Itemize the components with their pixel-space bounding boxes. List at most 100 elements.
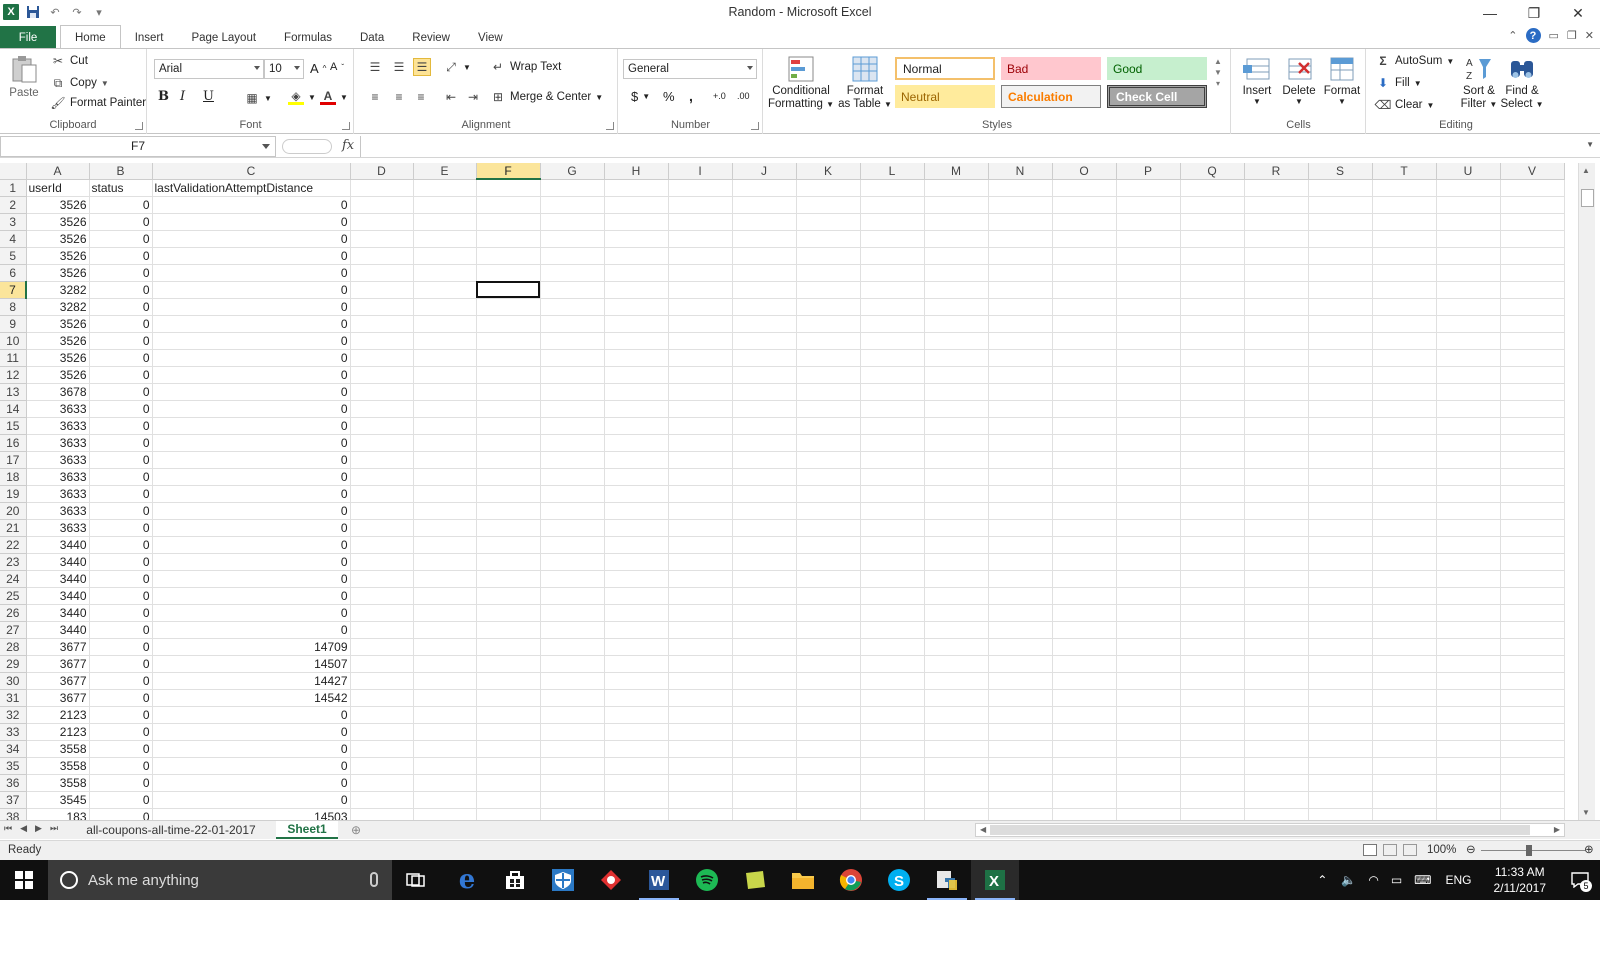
cell-e38[interactable]	[413, 808, 477, 820]
cell-r15[interactable]	[1244, 417, 1309, 435]
cell-v37[interactable]	[1500, 791, 1565, 809]
cell-h33[interactable]	[604, 723, 669, 741]
cell-c2[interactable]: 0	[152, 196, 351, 214]
cell-e30[interactable]	[413, 672, 477, 690]
row-header[interactable]: 11	[0, 349, 27, 367]
cell-g10[interactable]	[540, 332, 605, 350]
cell-v2[interactable]	[1500, 196, 1565, 214]
cell-t12[interactable]	[1372, 366, 1437, 384]
cell-h35[interactable]	[604, 757, 669, 775]
cell-p3[interactable]	[1116, 213, 1181, 231]
cell-t25[interactable]	[1372, 587, 1437, 605]
cell-o22[interactable]	[1052, 536, 1117, 554]
cell-n17[interactable]	[988, 451, 1053, 469]
format-as-table-button[interactable]: Format as Table ▼	[838, 53, 892, 111]
cell-v17[interactable]	[1500, 451, 1565, 469]
cell-d36[interactable]	[350, 774, 414, 792]
cell-s13[interactable]	[1308, 383, 1373, 401]
cell-d38[interactable]	[350, 808, 414, 820]
cell-f29[interactable]	[476, 655, 541, 673]
align-bottom-button[interactable]: ☰	[413, 58, 431, 76]
cell-r6[interactable]	[1244, 264, 1309, 282]
cell-e24[interactable]	[413, 570, 477, 588]
cell-a26[interactable]: 3440	[26, 604, 90, 622]
cell-k4[interactable]	[796, 230, 861, 248]
cell-l28[interactable]	[860, 638, 925, 656]
cell-e33[interactable]	[413, 723, 477, 741]
cell-s17[interactable]	[1308, 451, 1373, 469]
cell-i35[interactable]	[668, 757, 733, 775]
formula-bar-resize-handle[interactable]	[282, 139, 332, 154]
cell-f2[interactable]	[476, 196, 541, 214]
cell-c27[interactable]: 0	[152, 621, 351, 639]
cell-j38[interactable]	[732, 808, 797, 820]
column-header-e[interactable]: E	[413, 163, 477, 180]
cell-b6[interactable]: 0	[89, 264, 153, 282]
cell-o5[interactable]	[1052, 247, 1117, 265]
cell-b34[interactable]: 0	[89, 740, 153, 758]
cell-k14[interactable]	[796, 400, 861, 418]
cell-k23[interactable]	[796, 553, 861, 571]
cell-l34[interactable]	[860, 740, 925, 758]
cell-l31[interactable]	[860, 689, 925, 707]
row-header[interactable]: 4	[0, 230, 27, 248]
row-header[interactable]: 32	[0, 706, 27, 724]
cell-f5[interactable]	[476, 247, 541, 265]
cell-a32[interactable]: 2123	[26, 706, 90, 724]
cell-s16[interactable]	[1308, 434, 1373, 452]
cell-g12[interactable]	[540, 366, 605, 384]
cell-l25[interactable]	[860, 587, 925, 605]
cell-e32[interactable]	[413, 706, 477, 724]
cell-c29[interactable]: 14507	[152, 655, 351, 673]
cell-d21[interactable]	[350, 519, 414, 537]
cell-i10[interactable]	[668, 332, 733, 350]
cell-e21[interactable]	[413, 519, 477, 537]
cell-f35[interactable]	[476, 757, 541, 775]
cell-q25[interactable]	[1180, 587, 1245, 605]
cell-h31[interactable]	[604, 689, 669, 707]
cell-g13[interactable]	[540, 383, 605, 401]
cell-n28[interactable]	[988, 638, 1053, 656]
row-header[interactable]: 21	[0, 519, 27, 537]
cell-n10[interactable]	[988, 332, 1053, 350]
cell-f32[interactable]	[476, 706, 541, 724]
cell-p34[interactable]	[1116, 740, 1181, 758]
cell-a22[interactable]: 3440	[26, 536, 90, 554]
cell-e10[interactable]	[413, 332, 477, 350]
cell-e3[interactable]	[413, 213, 477, 231]
cell-f4[interactable]	[476, 230, 541, 248]
first-sheet-icon[interactable]: ⏮	[4, 823, 12, 834]
cell-f33[interactable]	[476, 723, 541, 741]
cell-p33[interactable]	[1116, 723, 1181, 741]
row-header[interactable]: 6	[0, 264, 27, 282]
cell-l38[interactable]	[860, 808, 925, 820]
cell-m1[interactable]	[924, 179, 989, 197]
cell-u12[interactable]	[1436, 366, 1501, 384]
font-size-combo[interactable]: 10	[264, 59, 304, 79]
cell-q38[interactable]	[1180, 808, 1245, 820]
cell-j28[interactable]	[732, 638, 797, 656]
cell-l33[interactable]	[860, 723, 925, 741]
row-header[interactable]: 12	[0, 366, 27, 384]
cell-k8[interactable]	[796, 298, 861, 316]
cell-b9[interactable]: 0	[89, 315, 153, 333]
column-header-i[interactable]: I	[668, 163, 733, 180]
cell-o6[interactable]	[1052, 264, 1117, 282]
cell-r23[interactable]	[1244, 553, 1309, 571]
cell-s28[interactable]	[1308, 638, 1373, 656]
cell-k16[interactable]	[796, 434, 861, 452]
cell-q31[interactable]	[1180, 689, 1245, 707]
cell-h7[interactable]	[604, 281, 669, 299]
cell-m10[interactable]	[924, 332, 989, 350]
cell-c13[interactable]: 0	[152, 383, 351, 401]
cell-l13[interactable]	[860, 383, 925, 401]
cell-j22[interactable]	[732, 536, 797, 554]
cell-g25[interactable]	[540, 587, 605, 605]
cell-o26[interactable]	[1052, 604, 1117, 622]
cell-s4[interactable]	[1308, 230, 1373, 248]
sort-filter-button[interactable]: AZ Sort & Filter ▼	[1459, 53, 1499, 111]
delete-cells-button[interactable]: Delete ▼	[1280, 53, 1318, 106]
merge-center-button[interactable]: ⊞ Merge & Center ▼	[490, 89, 603, 105]
cell-b17[interactable]: 0	[89, 451, 153, 469]
cell-v9[interactable]	[1500, 315, 1565, 333]
